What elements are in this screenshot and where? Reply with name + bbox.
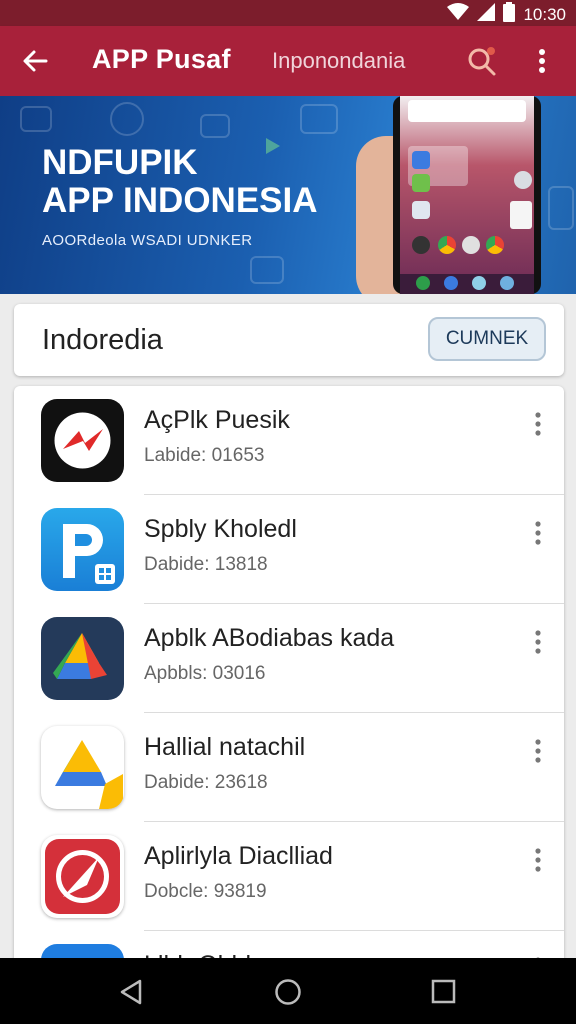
app-name: Apblk ABodiabas kada	[144, 624, 395, 652]
banner-headline-line2: APP INDONESIA	[42, 181, 318, 220]
drive-triangle-dark-icon	[41, 617, 124, 700]
app-name: AçPlk Puesik	[144, 406, 290, 434]
promo-banner[interactable]: NDFUPIK APP INDONESIA AOORdeola WSADI UD…	[0, 96, 576, 294]
red-bolt-app-icon	[41, 399, 124, 482]
phone-app-icon	[444, 276, 458, 290]
phone-app-icon	[510, 201, 532, 229]
app-list: AçPlk Puesik Labide: 01653 Spbly Kholedl…	[14, 386, 564, 986]
item-more-icon[interactable]	[530, 410, 546, 438]
status-time: 10:30	[523, 4, 566, 24]
item-more-icon[interactable]	[530, 628, 546, 656]
drive-triangle-light-icon	[41, 726, 124, 809]
phone-app-icon	[514, 171, 532, 189]
signal-icon	[477, 3, 496, 26]
item-more-icon[interactable]	[530, 737, 546, 765]
decor-shape	[300, 104, 338, 134]
list-item[interactable]: Apblk ABodiabas kada Apbbls: 03016	[14, 604, 564, 713]
item-more-icon[interactable]	[530, 846, 546, 874]
phone-app-icon	[462, 236, 480, 254]
phone-app-icon	[412, 236, 430, 254]
phone-chrome-icon	[486, 236, 504, 254]
banner-headline-line1: NDFUPIK	[42, 143, 198, 182]
app-subtitle: Inponondania	[272, 48, 406, 73]
item-more-icon[interactable]	[530, 519, 546, 547]
phone-chrome-icon	[438, 236, 456, 254]
app-title: APP Pusaf	[92, 44, 231, 74]
battery-icon	[503, 2, 516, 27]
list-item[interactable]: Aplirlyla Diaclliad Dobcle: 93819	[14, 822, 564, 931]
red-compass-app-icon	[41, 835, 124, 918]
system-nav-bar	[0, 958, 576, 1024]
decor-shape	[200, 114, 230, 138]
phone-app-icon	[412, 174, 430, 192]
wifi-icon	[447, 3, 470, 26]
banner-tagline: AOORdeola WSADI UDNKER	[42, 232, 253, 249]
app-detail: Apbbls: 03016	[144, 663, 266, 684]
back-arrow-icon[interactable]	[20, 46, 50, 76]
app-detail: Dabide: 23618	[144, 772, 268, 793]
phone-screen	[400, 96, 534, 294]
category-action-button[interactable]: CUMNEK	[428, 317, 546, 361]
phone-widget	[408, 100, 526, 122]
phone-app-icon	[472, 276, 486, 290]
decor-shape	[110, 102, 144, 136]
more-vert-icon[interactable]	[528, 44, 556, 78]
decor-shape	[548, 186, 574, 230]
app-detail: Dabide: 13818	[144, 554, 268, 575]
nav-home-icon[interactable]	[274, 978, 302, 1011]
app-name: Aplirlyla Diaclliad	[144, 842, 333, 870]
banner-headline: NDFUPIK APP INDONESIA	[42, 144, 318, 220]
blue-p-app-icon	[41, 508, 124, 591]
app-detail: Dobcle: 93819	[144, 881, 267, 902]
status-bar: 10:30	[0, 0, 576, 26]
app-bar: APP Pusaf Inponondania	[0, 26, 576, 96]
nav-back-icon[interactable]	[118, 978, 144, 1011]
decor-shape	[250, 256, 284, 284]
list-item[interactable]: AçPlk Puesik Labide: 01653	[14, 386, 564, 495]
phone-app-icon	[412, 151, 430, 169]
nav-recents-icon[interactable]	[431, 979, 457, 1010]
search-icon[interactable]	[464, 44, 498, 78]
decor-shape	[20, 106, 52, 132]
app-detail: Labide: 01653	[144, 445, 265, 466]
category-title: Indoredia	[42, 324, 163, 356]
phone-app-icon	[412, 201, 430, 219]
phone-illustration	[393, 96, 541, 294]
list-item[interactable]: Spbly Kholedl Dabide: 13818	[14, 495, 564, 604]
phone-app-icon	[500, 276, 514, 290]
app-name: Spbly Kholedl	[144, 515, 297, 543]
category-card: Indoredia CUMNEK	[14, 304, 564, 376]
app-name: Hallial natachil	[144, 733, 306, 761]
list-item[interactable]: Hallial natachil Dabide: 23618	[14, 713, 564, 822]
phone-app-icon	[416, 276, 430, 290]
